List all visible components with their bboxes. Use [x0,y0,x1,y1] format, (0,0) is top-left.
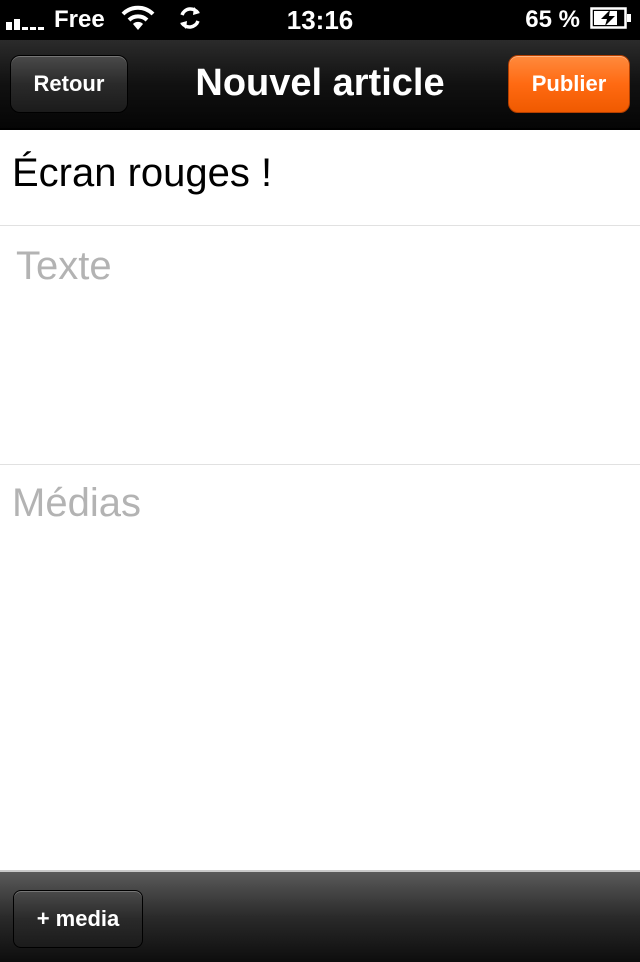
media-area[interactable]: Médias [0,465,640,870]
text-placeholder: Texte [16,244,112,288]
publish-button[interactable]: Publier [508,55,630,113]
navigation-bar: Nouvel article Retour Publier [0,40,640,130]
article-title-field[interactable]: Écran rouges ! [0,130,640,226]
media-placeholder: Médias [12,481,141,525]
status-right: 65 % [525,0,632,40]
article-text-field[interactable]: Texte [0,226,640,465]
battery-charging-icon [590,6,632,34]
bottom-toolbar: + media [0,870,640,962]
back-button[interactable]: Retour [10,55,128,113]
battery-percent: 65 % [525,6,580,33]
article-title-value: Écran rouges ! [12,151,273,195]
status-bar: Free 13:16 65 % [0,0,640,40]
add-media-button[interactable]: + media [13,890,143,948]
